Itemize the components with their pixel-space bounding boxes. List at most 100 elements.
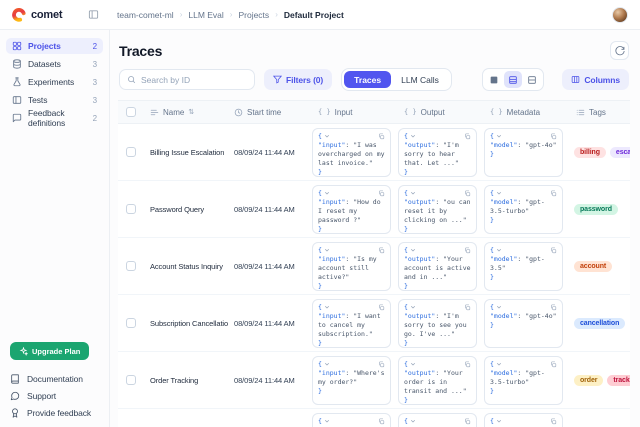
row-checkbox[interactable]	[126, 261, 136, 271]
chevron-down-icon[interactable]	[410, 247, 416, 253]
tag-cancellation[interactable]: cancellation	[574, 318, 625, 329]
copy-icon[interactable]	[550, 361, 557, 368]
chevron-down-icon[interactable]	[496, 190, 502, 196]
trace-name-cell[interactable]: Order Tracking	[144, 352, 228, 408]
trace-name-cell[interactable]: Password Query	[144, 181, 228, 237]
chevron-down-icon[interactable]	[410, 133, 416, 139]
metadata-json-cell[interactable]: { "model": "gpt-3.5-turbo" }	[484, 185, 563, 234]
refresh-button[interactable]	[610, 41, 629, 60]
sort-icon[interactable]: ⇅	[188, 108, 194, 116]
row-checkbox[interactable]	[126, 204, 136, 214]
output-json-cell[interactable]: { "output": "Your order is in transit an…	[398, 356, 477, 405]
sidebar-item-projects[interactable]: Projects2	[6, 38, 103, 54]
table-row[interactable]: Subscription Cancellation 08/09/24 11:44…	[118, 295, 630, 352]
copy-icon[interactable]	[378, 190, 385, 197]
tag-escalation[interactable]: escalation	[610, 147, 630, 158]
input-json-cell[interactable]: { "input": "Where's my order?" }	[312, 356, 391, 405]
chevron-down-icon[interactable]	[410, 418, 416, 424]
row-checkbox[interactable]	[126, 147, 136, 157]
chevron-down-icon[interactable]	[324, 190, 330, 196]
trace-name-cell[interactable]: Subscription Cancellation	[144, 295, 228, 351]
chevron-down-icon[interactable]	[496, 418, 502, 424]
breadcrumb-item[interactable]: Projects	[238, 10, 269, 20]
chevron-down-icon[interactable]	[324, 418, 330, 424]
sidebar-link-provide-feedback[interactable]: Provide feedback	[10, 404, 99, 421]
metadata-json-cell[interactable]: { "model": "gpt-3.5" }	[484, 413, 563, 427]
copy-icon[interactable]	[378, 133, 385, 140]
sidebar-item-datasets[interactable]: Datasets3	[6, 56, 103, 72]
table-row[interactable]: Billing Issue Escalation 08/09/24 11:44 …	[118, 124, 630, 181]
chevron-down-icon[interactable]	[410, 361, 416, 367]
sidebar-link-documentation[interactable]: Documentation	[10, 370, 99, 387]
chevron-down-icon[interactable]	[496, 133, 502, 139]
metadata-json-cell[interactable]: { "model": "gpt-4o" }	[484, 299, 563, 348]
chevron-down-icon[interactable]	[324, 133, 330, 139]
input-json-cell[interactable]: { "input": "Is my account still active?"…	[312, 242, 391, 291]
column-header-tags[interactable]: Tags	[570, 101, 630, 123]
tag-tracking[interactable]: tracking	[607, 375, 630, 386]
copy-icon[interactable]	[378, 247, 385, 254]
column-header-input[interactable]: { }Input	[312, 101, 398, 123]
trace-name-cell[interactable]: Billing Issue Escalation	[144, 124, 228, 180]
copy-icon[interactable]	[464, 247, 471, 254]
breadcrumb-item[interactable]: LLM Eval	[188, 10, 223, 20]
output-json-cell[interactable]: { "output": "I'm sorry to see you go. I'…	[398, 299, 477, 348]
copy-icon[interactable]	[464, 304, 471, 311]
input-json-cell[interactable]: { "input": "How do I reset my password ?…	[312, 185, 391, 234]
trace-name-cell[interactable]: Account Status Inquiry	[144, 238, 228, 294]
copy-icon[interactable]	[550, 247, 557, 254]
copy-icon[interactable]	[464, 361, 471, 368]
copy-icon[interactable]	[550, 418, 557, 425]
copy-icon[interactable]	[464, 133, 471, 140]
metadata-json-cell[interactable]: { "model": "gpt-3.5-turbo" }	[484, 356, 563, 405]
tag-order[interactable]: order	[574, 375, 603, 386]
table-row[interactable]: Refund Request 08/09/24 11:44 AM { "inpu…	[118, 409, 630, 427]
input-json-cell[interactable]: { "input": "I want to cancel my subscrip…	[312, 299, 391, 348]
sidebar-collapse-icon[interactable]	[88, 9, 99, 20]
copy-icon[interactable]	[378, 361, 385, 368]
upgrade-plan-button[interactable]: Upgrade Plan	[10, 342, 89, 360]
input-json-cell[interactable]: { "input": "Can I get a refund for my la…	[312, 413, 391, 427]
table-row[interactable]: Order Tracking 08/09/24 11:44 AM { "inpu…	[118, 352, 630, 409]
tag-password[interactable]: password	[574, 204, 618, 215]
chevron-down-icon[interactable]	[324, 361, 330, 367]
select-all-checkbox[interactable]	[126, 107, 136, 117]
copy-icon[interactable]	[550, 304, 557, 311]
comet-logo[interactable]: comet	[12, 8, 86, 22]
table-row[interactable]: Account Status Inquiry 08/09/24 11:44 AM…	[118, 238, 630, 295]
avatar[interactable]	[612, 7, 628, 23]
metadata-json-cell[interactable]: { "model": "gpt-3.5" }	[484, 242, 563, 291]
metadata-json-cell[interactable]: { "model": "gpt-4o" }	[484, 128, 563, 177]
tag-account[interactable]: account	[574, 261, 612, 272]
sidebar-link-support[interactable]: Support	[10, 387, 99, 404]
chevron-down-icon[interactable]	[324, 304, 330, 310]
chevron-down-icon[interactable]	[496, 247, 502, 253]
row-checkbox[interactable]	[126, 375, 136, 385]
sidebar-item-experiments[interactable]: Experiments3	[6, 74, 103, 90]
tag-billing[interactable]: billing	[574, 147, 606, 158]
tab-llm-calls[interactable]: LLM Calls	[391, 71, 449, 88]
chevron-down-icon[interactable]	[410, 190, 416, 196]
copy-icon[interactable]	[378, 304, 385, 311]
sidebar-item-tests[interactable]: Tests3	[6, 92, 103, 108]
column-header-name[interactable]: Name⇅	[144, 101, 228, 123]
chevron-down-icon[interactable]	[410, 304, 416, 310]
input-json-cell[interactable]: { "input": "I was overcharged on my last…	[312, 128, 391, 177]
chevron-down-icon[interactable]	[324, 247, 330, 253]
chevron-down-icon[interactable]	[496, 304, 502, 310]
search-input[interactable]	[141, 75, 247, 85]
filters-button[interactable]: Filters (0)	[264, 69, 332, 90]
column-header-start-time[interactable]: Start time	[228, 101, 312, 123]
column-header-output[interactable]: { }Output	[398, 101, 484, 123]
tab-traces[interactable]: Traces	[344, 71, 391, 88]
output-json-cell[interactable]: { "output": "I've submitted your refund …	[398, 413, 477, 427]
copy-icon[interactable]	[550, 190, 557, 197]
output-json-cell[interactable]: { "output": "I'm sorry to hear that. Let…	[398, 128, 477, 177]
row-checkbox[interactable]	[126, 318, 136, 328]
breadcrumb-item[interactable]: team-comet-ml	[117, 10, 174, 20]
trace-name-cell[interactable]: Refund Request	[144, 409, 228, 427]
breadcrumb-item[interactable]: Default Project	[284, 10, 344, 20]
copy-icon[interactable]	[378, 418, 385, 425]
row-height-compact-icon[interactable]	[485, 71, 503, 88]
chevron-down-icon[interactable]	[496, 361, 502, 367]
